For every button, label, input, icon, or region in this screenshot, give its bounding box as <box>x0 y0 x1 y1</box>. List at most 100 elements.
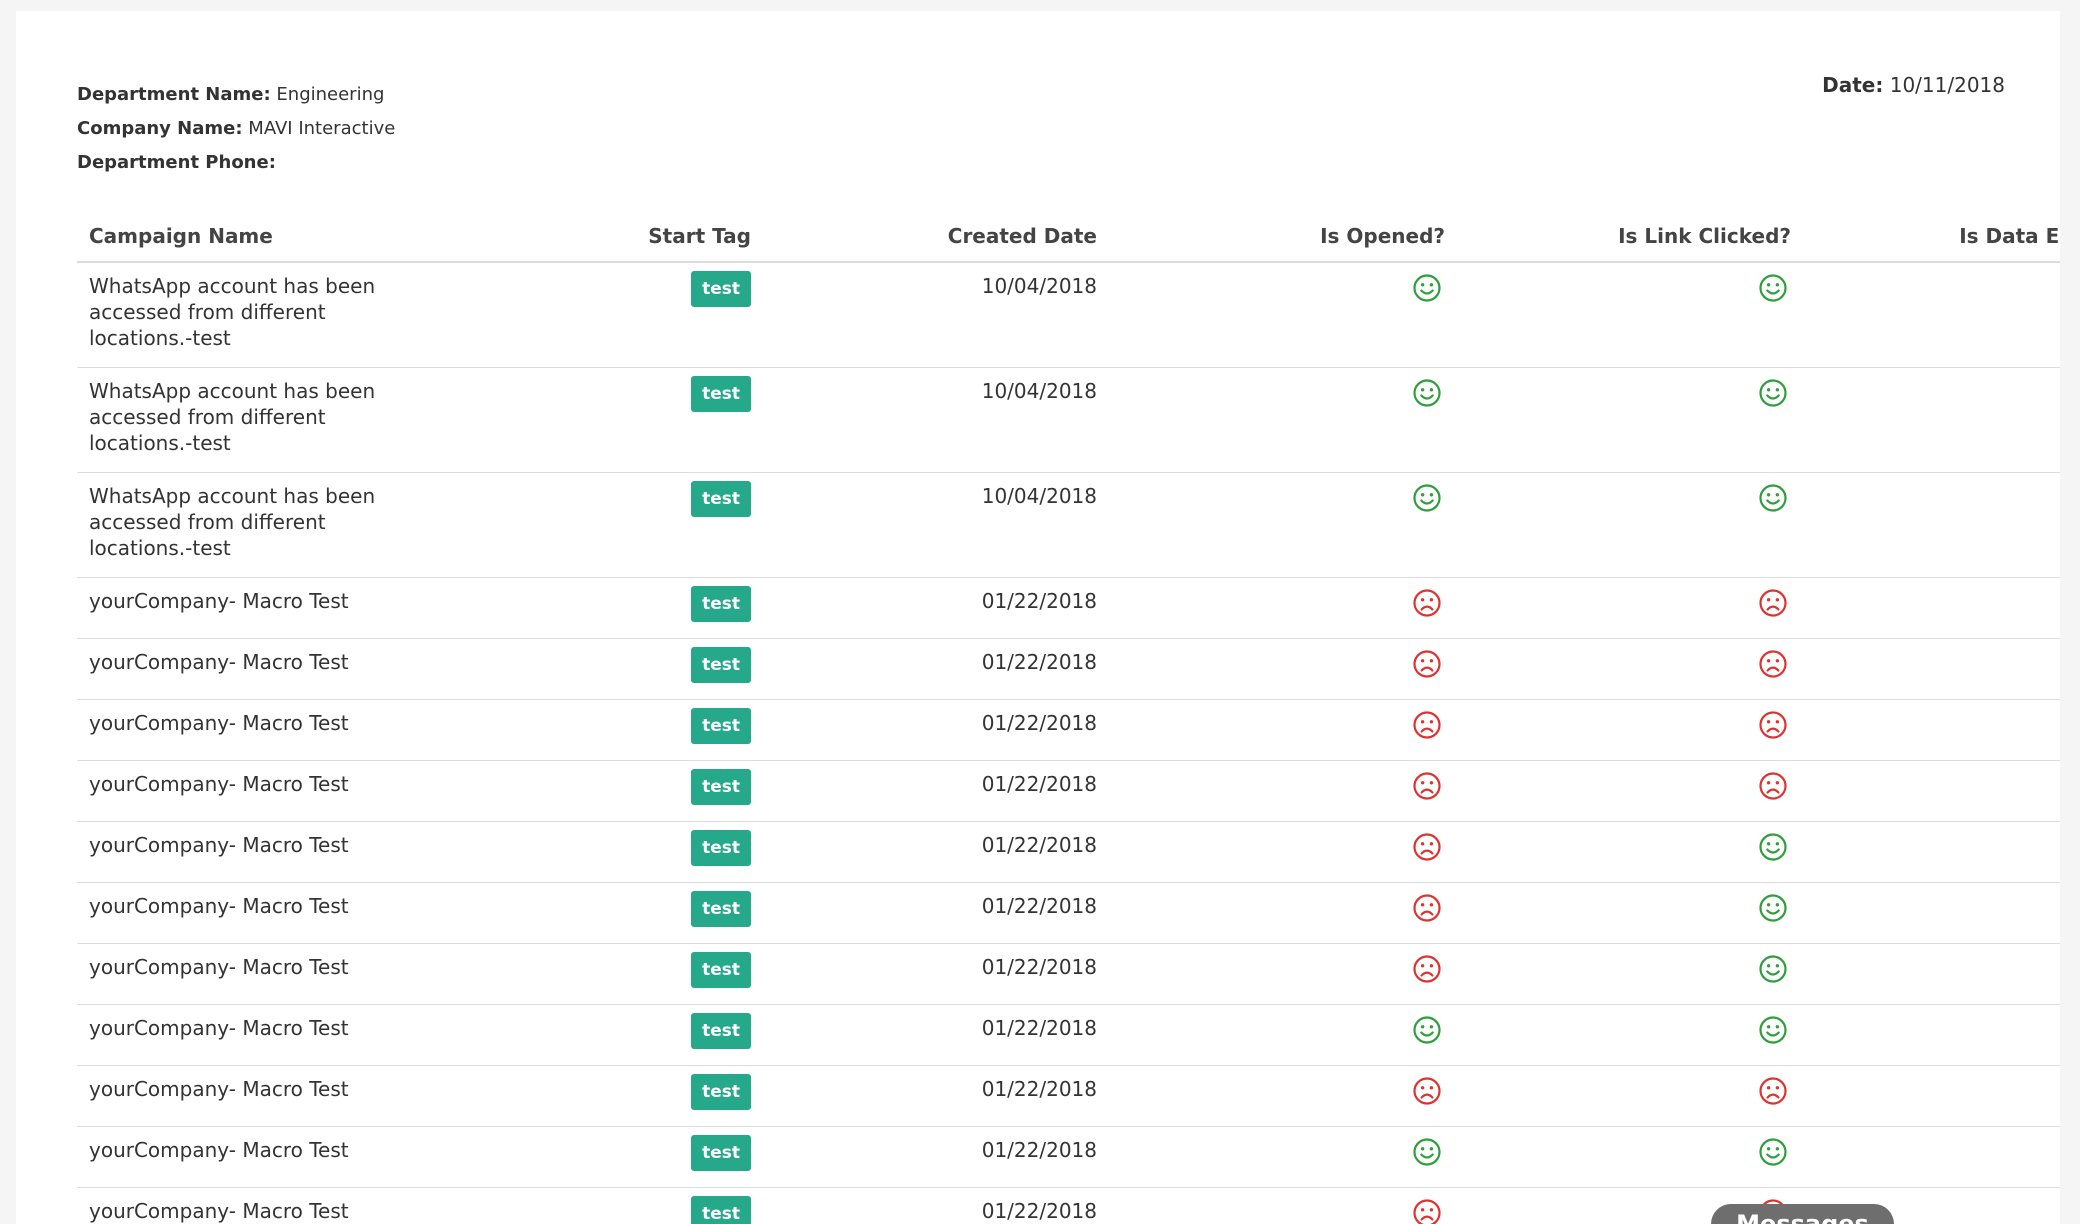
cell-is-link-clicked <box>1457 472 1803 578</box>
cell-is-link-clicked <box>1457 367 1803 473</box>
cell-is-link-clicked <box>1457 943 1803 1005</box>
messages-button[interactable]: Messages <box>1711 1204 1894 1224</box>
cell-start-tag: test <box>506 367 763 473</box>
frown-icon <box>1758 710 1788 740</box>
frown-icon <box>1412 771 1442 801</box>
start-tag-badge: test <box>691 769 751 805</box>
smile-icon <box>1758 483 1788 513</box>
cell-campaign-name: yourCompany- Macro Test <box>77 1004 506 1066</box>
cell-is-data-entered <box>1803 699 2060 761</box>
cell-start-tag: test <box>506 577 763 639</box>
campaign-name: yourCompany- Macro Test <box>89 1138 349 1162</box>
cell-is-link-clicked <box>1457 1126 1803 1188</box>
cell-is-opened <box>1109 638 1457 700</box>
cell-is-opened <box>1109 367 1457 473</box>
cell-is-link-clicked <box>1457 821 1803 883</box>
campaign-name: WhatsApp account has been accessed from … <box>89 484 376 560</box>
smile-icon <box>1412 483 1442 513</box>
cell-is-data-entered <box>1803 638 2060 700</box>
smile-icon <box>1758 954 1788 984</box>
table-row: yourCompany- Macro Test test 01/22/2018 <box>77 821 2060 883</box>
cell-start-tag: test <box>506 638 763 700</box>
cell-created-date: 01/22/2018 <box>763 1004 1109 1066</box>
column-header-is-opened: Is Opened? <box>1109 210 1457 263</box>
table-row: yourCompany- Macro Test test 01/22/2018 <box>77 1126 2060 1188</box>
cell-created-date: 01/22/2018 <box>763 760 1109 822</box>
cell-is-opened <box>1109 262 1457 368</box>
cell-is-data-entered <box>1803 367 2060 473</box>
column-header-created-date: Created Date <box>763 210 1109 263</box>
start-tag-badge: test <box>691 830 751 866</box>
table-row: yourCompany- Macro Test test 01/22/2018 <box>77 577 2060 639</box>
cell-campaign-name: yourCompany- Macro Test <box>77 1065 506 1127</box>
frown-icon <box>1412 1198 1442 1224</box>
cell-created-date: 01/22/2018 <box>763 577 1109 639</box>
start-tag-badge: test <box>691 891 751 927</box>
smile-icon <box>1758 832 1788 862</box>
cell-campaign-name: yourCompany- Macro Test <box>77 821 506 883</box>
table-row: yourCompany- Macro Test test 01/22/2018 <box>77 1004 2060 1066</box>
table-row: WhatsApp account has been accessed from … <box>77 262 2060 368</box>
campaign-name: yourCompany- Macro Test <box>89 955 349 979</box>
campaign-name: yourCompany- Macro Test <box>89 1077 349 1101</box>
department-name-label: Department Name: <box>77 84 271 105</box>
smile-icon <box>1412 273 1442 303</box>
smile-icon <box>1412 1137 1442 1167</box>
cell-start-tag: test <box>506 821 763 883</box>
campaign-name: yourCompany- Macro Test <box>89 711 349 735</box>
cell-start-tag: test <box>506 262 763 368</box>
smile-icon <box>1758 893 1788 923</box>
smile-icon <box>1412 378 1442 408</box>
cell-is-opened <box>1109 699 1457 761</box>
start-tag-badge: test <box>691 708 751 744</box>
cell-created-date: 01/22/2018 <box>763 882 1109 944</box>
company-name-row: Company Name: MAVI Interactive <box>77 112 395 146</box>
cell-created-date: 01/22/2018 <box>763 1126 1109 1188</box>
start-tag-badge: test <box>691 1135 751 1171</box>
cell-is-data-entered <box>1803 472 2060 578</box>
company-name-label: Company Name: <box>77 118 243 139</box>
cell-is-data-entered <box>1803 262 2060 368</box>
frown-icon <box>1412 588 1442 618</box>
cell-is-link-clicked <box>1457 699 1803 761</box>
column-header-campaign-name: Campaign Name <box>77 210 506 263</box>
cell-campaign-name: WhatsApp account has been accessed from … <box>77 367 506 473</box>
cell-is-data-entered <box>1803 882 2060 944</box>
start-tag-badge: test <box>691 1196 751 1224</box>
cell-campaign-name: yourCompany- Macro Test <box>77 577 506 639</box>
frown-icon <box>1412 649 1442 679</box>
campaign-name: yourCompany- Macro Test <box>89 1016 349 1040</box>
column-header-is-link-clicked: Is Link Clicked? <box>1457 210 1803 263</box>
cell-start-tag: test <box>506 1126 763 1188</box>
cell-is-opened <box>1109 760 1457 822</box>
cell-campaign-name: yourCompany- Macro Test <box>77 760 506 822</box>
column-header-is-data-entered: Is Data Entered? <box>1803 210 2060 263</box>
table-row: WhatsApp account has been accessed from … <box>77 472 2060 578</box>
campaign-name: yourCompany- Macro Test <box>89 833 349 857</box>
campaign-name: yourCompany- Macro Test <box>89 772 349 796</box>
start-tag-badge: test <box>691 647 751 683</box>
cell-start-tag: test <box>506 882 763 944</box>
cell-is-opened <box>1109 882 1457 944</box>
cell-is-link-clicked <box>1457 638 1803 700</box>
start-tag-badge: test <box>691 271 751 307</box>
cell-campaign-name: yourCompany- Macro Test <box>77 1126 506 1188</box>
smile-icon <box>1758 1015 1788 1045</box>
smile-icon <box>1412 1015 1442 1045</box>
campaign-name: yourCompany- Macro Test <box>89 894 349 918</box>
department-phone-label: Department Phone: <box>77 152 276 173</box>
cell-is-opened <box>1109 1187 1457 1224</box>
table-row: yourCompany- Macro Test test 01/22/2018 <box>77 882 2060 944</box>
cell-campaign-name: yourCompany- Macro Test <box>77 882 506 944</box>
cell-is-data-entered <box>1803 577 2060 639</box>
start-tag-badge: test <box>691 1013 751 1049</box>
cell-campaign-name: yourCompany- Macro Test <box>77 699 506 761</box>
cell-is-data-entered <box>1803 821 2060 883</box>
campaign-name: yourCompany- Macro Test <box>89 1199 349 1223</box>
cell-is-link-clicked <box>1457 760 1803 822</box>
cell-is-data-entered <box>1803 943 2060 1005</box>
cell-is-data-entered <box>1803 1065 2060 1127</box>
department-name-value: Engineering <box>276 84 385 105</box>
cell-created-date: 01/22/2018 <box>763 638 1109 700</box>
smile-icon <box>1758 1137 1788 1167</box>
